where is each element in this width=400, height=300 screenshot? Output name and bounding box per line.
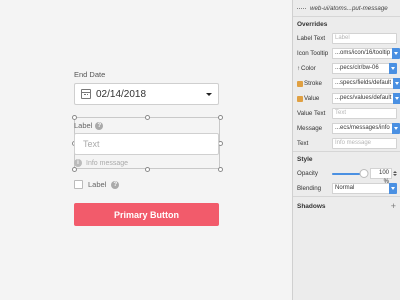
prop-label-text: Label Text Label <box>293 31 400 46</box>
resize-handle-top-left[interactable] <box>72 115 77 120</box>
prop-value: Value ...pecs/values/default <box>293 91 400 106</box>
inspector-panel: web-ui/atoms...put-message Overrides Lab… <box>292 0 400 300</box>
slider-knob[interactable] <box>359 169 369 178</box>
stepper-down-icon[interactable] <box>392 174 397 176</box>
help-icon[interactable]: ? <box>95 121 104 130</box>
arrow-up-icon: ↑ <box>297 65 300 72</box>
select-value: ...oms/icon/16/tooltip <box>332 48 393 59</box>
prop-message: Message ...ecs/messages/info <box>293 121 400 136</box>
checkbox-label: Label <box>88 180 107 189</box>
symbol-name: web-ui/atoms...put-message <box>310 4 388 12</box>
field-label-text: Label <box>74 121 93 130</box>
label-text-input[interactable]: Label <box>332 33 397 44</box>
prop-label: Stroke <box>304 80 322 87</box>
opacity-stepper[interactable] <box>392 168 397 179</box>
message-select[interactable]: ...ecs/messages/info <box>332 123 400 134</box>
shadows-title: Shadows <box>297 202 326 210</box>
dropdown-arrow-icon[interactable] <box>393 93 400 104</box>
text-input[interactable] <box>74 133 219 155</box>
dropdown-arrow-icon[interactable] <box>389 183 397 194</box>
prop-label: Blending <box>297 185 322 192</box>
prop-label-wrap: Stroke <box>297 80 332 87</box>
icon-tooltip-select[interactable]: ...oms/icon/16/tooltip <box>332 48 400 59</box>
chevron-down-icon[interactable] <box>206 92 212 96</box>
style-title: Style <box>297 156 313 163</box>
value-text-input[interactable]: Text <box>332 108 397 119</box>
info-message-text: Info message <box>86 159 129 167</box>
checkbox[interactable] <box>74 180 83 189</box>
overrides-header: Overrides <box>293 17 400 31</box>
select-value: ...pecs/values/default <box>332 93 394 104</box>
prop-label: Label Text <box>297 35 326 42</box>
date-value: 02/14/2018 <box>96 88 147 100</box>
prop-label-wrap: ↑ Color <box>297 65 332 72</box>
dropdown-arrow-icon[interactable] <box>393 78 400 89</box>
resize-handle-top[interactable] <box>145 115 150 120</box>
date-picker[interactable]: 02/14/2018 <box>74 83 219 105</box>
design-canvas[interactable]: End Date 02/14/2018 Label ? i Info messa… <box>0 0 292 300</box>
value-select[interactable]: ...pecs/values/default <box>332 93 400 104</box>
prop-blending: Blending Normal <box>293 181 400 196</box>
select-value: ...specs/fields/default <box>332 78 394 89</box>
prop-label: Message <box>297 125 323 132</box>
resize-handle-bottom-right[interactable] <box>218 167 223 172</box>
dropdown-arrow-icon[interactable] <box>391 123 400 134</box>
select-value: ...pecs/clr/bw-06 <box>332 63 389 74</box>
dropdown-arrow-icon[interactable] <box>392 48 400 59</box>
opacity-value-input[interactable]: 100 % <box>370 168 392 185</box>
text-override-input[interactable]: Info message <box>332 138 397 149</box>
color-select[interactable]: ...pecs/clr/bw-06 <box>332 63 397 74</box>
overrides-title: Overrides <box>297 21 328 28</box>
prop-text: Text Info message <box>293 136 400 151</box>
stepper-up-icon[interactable] <box>392 171 397 173</box>
symbol-icon <box>297 7 306 9</box>
help-icon[interactable]: ? <box>111 180 120 189</box>
style-header: Style <box>293 151 400 166</box>
calendar-icon <box>81 89 91 99</box>
dropdown-arrow-icon[interactable] <box>389 63 397 74</box>
text-field-label: Label ? <box>74 121 104 130</box>
resize-handle-top-right[interactable] <box>218 115 223 120</box>
prop-label: Opacity <box>297 170 318 177</box>
select-value: Normal <box>332 183 389 194</box>
prop-label: Color <box>301 65 316 72</box>
stroke-select[interactable]: ...specs/fields/default <box>332 78 400 89</box>
prop-value-text: Value Text Text <box>293 106 400 121</box>
prop-opacity: Opacity 100 % <box>293 166 400 185</box>
palette-icon <box>297 95 303 102</box>
info-message: i Info message <box>74 159 128 167</box>
opacity-slider[interactable] <box>332 168 369 179</box>
resize-handle-bottom-left[interactable] <box>72 167 77 172</box>
primary-button[interactable]: Primary Button <box>74 203 219 226</box>
checkbox-row[interactable]: Label ? <box>74 180 120 189</box>
end-date-label: End Date <box>74 70 106 79</box>
blending-select[interactable]: Normal <box>332 183 397 194</box>
prop-label: Text <box>297 140 309 147</box>
prop-label: Value <box>304 95 320 102</box>
resize-handle-bottom[interactable] <box>145 167 150 172</box>
prop-icon-tooltip: Icon Tooltip ...oms/icon/16/tooltip <box>293 46 400 61</box>
add-shadow-icon[interactable]: + <box>391 201 396 211</box>
prop-label-wrap: Value <box>297 95 332 102</box>
prop-label: Value Text <box>297 110 326 117</box>
shadows-header: Shadows + <box>293 196 400 214</box>
prop-label: Icon Tooltip <box>297 50 329 57</box>
info-icon: i <box>74 159 82 167</box>
prop-stroke: Stroke ...specs/fields/default <box>293 76 400 91</box>
prop-color: ↑ Color ...pecs/clr/bw-06 <box>293 61 400 76</box>
select-value: ...ecs/messages/info <box>332 123 392 134</box>
symbol-name-row[interactable]: web-ui/atoms...put-message <box>293 0 400 17</box>
palette-icon <box>297 80 303 87</box>
